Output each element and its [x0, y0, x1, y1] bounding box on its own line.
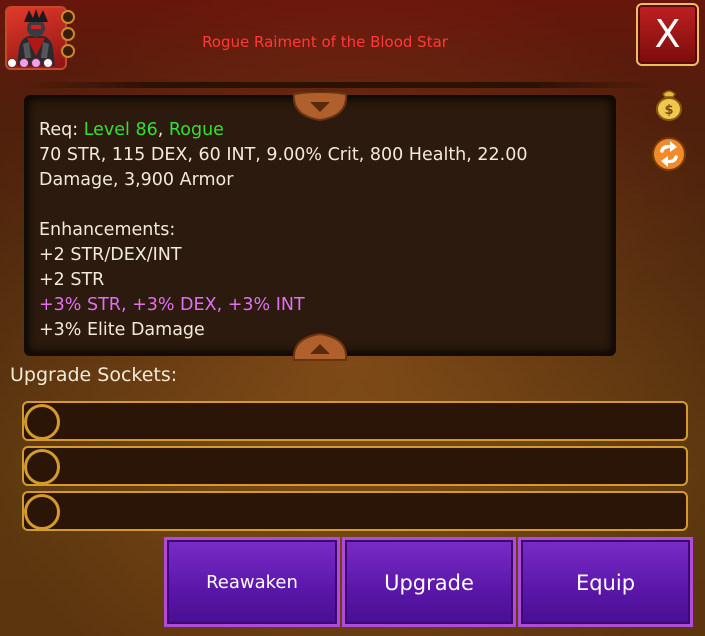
rank-dots	[7, 58, 53, 68]
rank-dot	[43, 58, 53, 68]
rank-dot	[7, 58, 17, 68]
equip-button[interactable]: Equip	[518, 537, 693, 627]
item-stats-panel[interactable]: Req: Level 86, Rogue 70 STR, 115 DEX, 60…	[24, 95, 616, 356]
upgrade-socket[interactable]	[22, 446, 688, 486]
header-divider	[20, 82, 660, 88]
scroll-up-icon[interactable]	[292, 332, 348, 362]
req-level: Level 86	[83, 120, 158, 140]
enhancements-heading: Enhancements:	[39, 220, 176, 240]
item-title: Rogue Raiment of the Blood Star	[202, 33, 448, 51]
gem-slot	[61, 10, 75, 24]
stats-text: Req: Level 86, Rogue 70 STR, 115 DEX, 60…	[39, 118, 601, 343]
upgrade-socket[interactable]	[22, 491, 688, 531]
rank-dot	[19, 58, 29, 68]
enhancement-line: +2 STR/DEX/INT	[39, 245, 182, 265]
scroll-down-icon[interactable]	[292, 92, 348, 122]
req-prefix: Req:	[39, 120, 84, 140]
socket-ring-icon	[24, 494, 60, 530]
close-button[interactable]: X	[636, 3, 699, 66]
req-class: Rogue	[168, 120, 224, 140]
swap-icon[interactable]	[651, 136, 687, 172]
base-stats: 70 STR, 115 DEX, 60 INT, 9.00% Crit, 800…	[39, 145, 528, 190]
rank-dot	[31, 58, 41, 68]
socket-ring-icon	[24, 404, 60, 440]
sell-bag-icon[interactable]: $	[651, 86, 687, 122]
enhancement-line: +3% STR, +3% DEX, +3% INT	[39, 295, 305, 315]
reawaken-button[interactable]: Reawaken	[164, 537, 340, 627]
upgrade-sockets-label: Upgrade Sockets:	[10, 364, 178, 386]
socket-ring-icon	[24, 449, 60, 485]
upgrade-button[interactable]: Upgrade	[342, 537, 516, 627]
req-separator: ,	[157, 120, 169, 140]
upgrade-socket[interactable]	[22, 401, 688, 441]
enhancement-line: +2 STR	[39, 270, 105, 290]
svg-text:$: $	[664, 103, 673, 118]
